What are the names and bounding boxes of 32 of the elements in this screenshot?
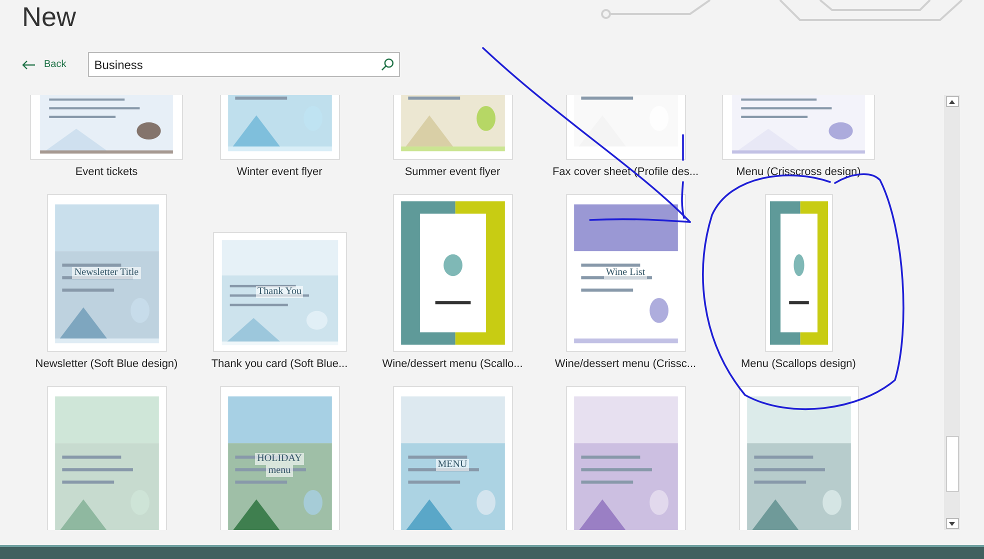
down-arrow-icon xyxy=(949,522,955,526)
thumbnail-text: MENU xyxy=(436,459,470,471)
template-thumbnail[interactable]: Wine List xyxy=(566,194,686,352)
scroll-down-button[interactable] xyxy=(946,518,958,529)
template-name[interactable]: Menu (Scallops design) xyxy=(741,356,856,372)
template-name[interactable]: Event tickets xyxy=(75,164,138,180)
template-name[interactable]: Winter event flyer xyxy=(236,164,322,180)
back-button[interactable]: Back xyxy=(22,52,66,77)
back-arrow-icon xyxy=(22,60,36,70)
up-arrow-icon xyxy=(949,100,955,104)
template-thumbnail[interactable]: Newsletter Title xyxy=(46,194,166,352)
thumbnail-text: Wine List xyxy=(604,267,648,279)
thumbnail-text: Thank You xyxy=(256,286,304,298)
page-title: New xyxy=(22,1,76,34)
scroll-up-button[interactable] xyxy=(946,96,958,107)
template-name[interactable]: Wine/dessert menu (Crissc... xyxy=(554,356,696,372)
scroll-thumb[interactable] xyxy=(946,436,958,492)
thumbnail-text: menu xyxy=(266,465,293,477)
search-icon[interactable] xyxy=(381,58,394,71)
template-name[interactable]: Menu (Crisscross design) xyxy=(736,164,861,180)
thumbnail-text: HOLIDAY xyxy=(255,453,304,465)
template-name[interactable]: Summer event flyer xyxy=(404,164,500,180)
template-thumbnail[interactable]: MENU xyxy=(392,386,512,530)
template-name[interactable]: Thank you card (Soft Blue... xyxy=(211,356,348,372)
template-name[interactable]: Newsletter (Soft Blue design) xyxy=(35,356,178,372)
template-thumbnail[interactable]: Thank You xyxy=(212,232,346,352)
scrollbar[interactable] xyxy=(944,95,960,530)
template-name[interactable]: Fax cover sheet (Profile des... xyxy=(552,164,699,180)
template-thumbnail[interactable]: HOLIDAY menu xyxy=(220,386,340,530)
search-field[interactable]: Business xyxy=(88,52,400,77)
template-name[interactable]: Wine/dessert menu (Scallo... xyxy=(382,356,523,372)
thumbnail-text: Newsletter Title xyxy=(72,267,141,279)
